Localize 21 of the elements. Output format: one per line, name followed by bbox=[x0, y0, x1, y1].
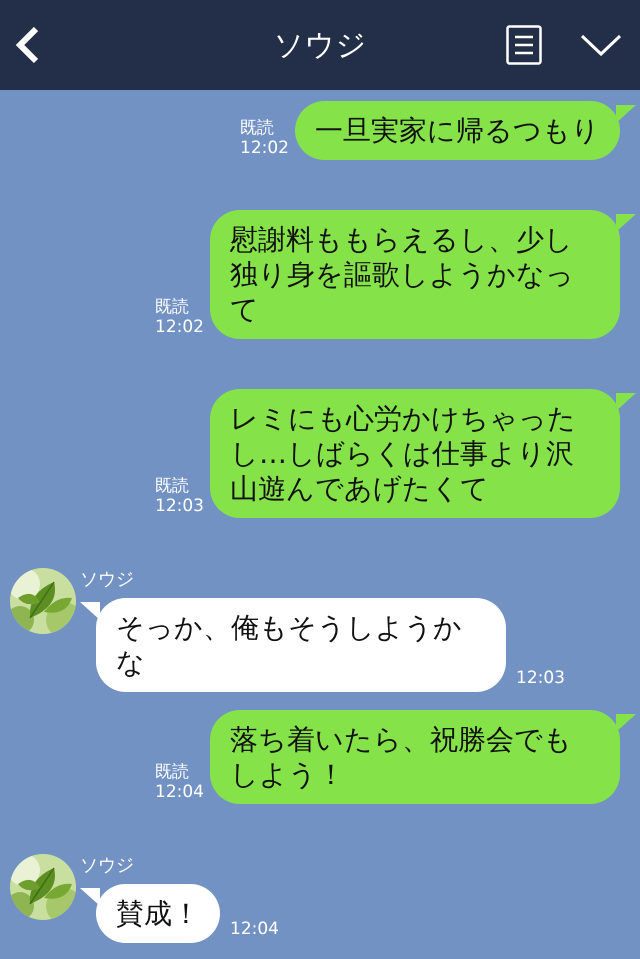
sender-name: ソウジ bbox=[80, 570, 135, 590]
message-time: 12:02 bbox=[155, 317, 204, 337]
notes-icon[interactable] bbox=[506, 25, 542, 65]
chat-title: ソウジ bbox=[272, 26, 368, 64]
sent-message: 落ち着いたら、祝勝会でもしよう！ bbox=[210, 710, 620, 804]
read-label: 既読 bbox=[155, 297, 190, 317]
sent-message: 慰謝料ももらえるし、少し独り身を謳歌しようかなって bbox=[210, 210, 620, 339]
message-time: 12:03 bbox=[155, 496, 204, 516]
read-label: 既読 bbox=[155, 762, 190, 782]
read-label: 既読 bbox=[240, 118, 275, 138]
message-time: 12:04 bbox=[155, 782, 204, 802]
received-message: 賛成！ bbox=[96, 884, 220, 943]
read-label: 既読 bbox=[155, 476, 190, 496]
message-time: 12:03 bbox=[516, 668, 565, 690]
received-message: そっか、俺もそうしようかな bbox=[96, 598, 506, 692]
sender-name: ソウジ bbox=[80, 856, 135, 876]
sent-message: 一旦実家に帰るつもり bbox=[295, 101, 620, 160]
chevron-down-icon[interactable] bbox=[580, 33, 622, 57]
message-time: 12:04 bbox=[230, 919, 279, 941]
sent-message: レミにも心労かけちゃったし…しばらくは仕事より沢山遊んであげたくて bbox=[210, 389, 620, 518]
message-time: 12:02 bbox=[240, 138, 289, 158]
